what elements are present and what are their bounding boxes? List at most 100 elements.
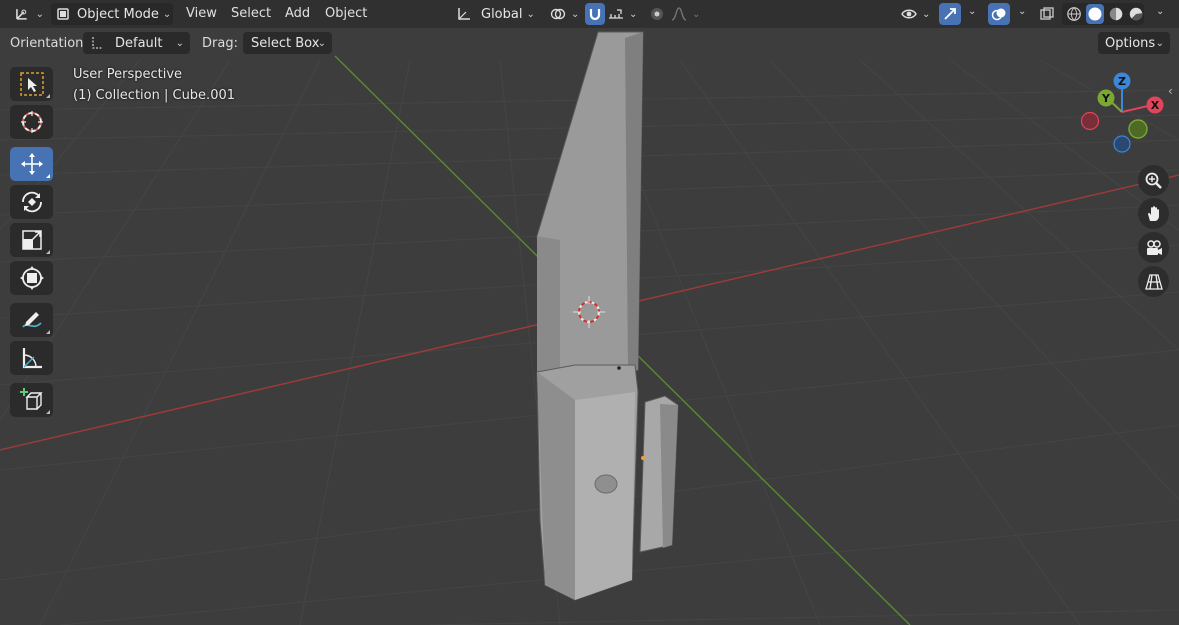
xray-toggle[interactable] [1036,3,1058,25]
gizmo-dropdown-chevron-icon[interactable]: ⌄ [968,6,976,17]
neg-x-axis-handle[interactable] [1080,111,1100,131]
mode-dropdown[interactable]: Object Mode ⌄ [51,3,173,25]
select-box-tool[interactable] [10,67,53,101]
overlays-icon [991,8,1006,21]
orientation-default-icon [92,37,103,49]
cursor-icon [20,111,43,133]
menu-select[interactable]: Select [231,0,271,28]
vertex-dot [617,366,621,370]
falloff-curve-icon [671,7,687,21]
menu-view[interactable]: View [186,0,217,28]
mode-label: Object Mode [77,6,159,22]
perspective-toggle-button[interactable] [1138,266,1169,297]
options-label: Options [1105,35,1156,51]
tool-variants-indicator [46,410,50,414]
wireframe-shading-icon[interactable] [1066,5,1082,23]
chevron-down-icon: ⌄ [922,8,931,20]
snap-increment-icon [609,9,623,19]
snap-target-dropdown[interactable]: ⌄ [607,3,641,25]
shading-dropdown-chevron-icon[interactable]: ⌄ [1156,6,1164,17]
cursor-tool[interactable] [10,105,53,139]
chevron-down-icon: ⌄ [175,37,184,49]
x-axis-label: X [1151,99,1160,112]
transform-tool[interactable] [10,261,53,295]
tool-variants-indicator [46,250,50,254]
annotate-pencil-icon [21,312,42,328]
object-mode-icon [57,8,69,20]
tool-settings-bar: Orientation: Default ⌄ Drag: Select Box … [0,30,1179,56]
scale-tool[interactable] [10,223,53,257]
chevron-down-icon: ⌄ [526,8,535,20]
drag-dropdown[interactable]: Select Box ⌄ [243,32,332,54]
chevron-down-icon: ⌄ [571,8,580,20]
overlays-toggle[interactable] [988,3,1010,25]
pan-button[interactable] [1138,198,1169,229]
proportional-edit-toggle[interactable] [647,3,667,25]
select-box-icon [19,72,44,96]
gizmo-arrow-icon [944,8,956,20]
blade-mesh[interactable] [536,31,644,391]
shading-mode-group [1062,3,1144,25]
move-arrows-icon [20,153,43,175]
grid-perspective-icon [1144,273,1163,290]
handle-mesh[interactable] [536,364,639,601]
y-axis-label: Y [1101,92,1111,105]
eye-icon [901,9,917,19]
collection-info-label: (1) Collection | Cube.001 [73,88,236,103]
falloff-dropdown[interactable]: ⌄ [670,3,702,25]
drag-caption: Drag: [202,36,238,51]
move-tool[interactable] [10,147,53,181]
chevron-down-icon: ⌄ [35,8,44,20]
visibility-dropdown[interactable]: ⌄ [900,3,934,25]
camera-icon [1146,239,1162,255]
solid-shading-button[interactable] [1086,4,1104,24]
pan-hand-icon [1147,205,1159,221]
orientation-value: Default [115,35,163,51]
editor-type-button[interactable]: ⌄ [14,3,44,25]
neg-z-axis-handle[interactable] [1113,135,1131,153]
chevron-down-icon: ⌄ [317,37,326,49]
tool-variants-indicator [46,94,50,98]
rotate-icon [21,191,42,213]
zoom-icon [1145,172,1162,189]
add-cube-icon [19,388,43,410]
neg-y-axis-handle[interactable] [1128,119,1148,139]
proportional-edit-icon [651,8,663,20]
camera-view-button[interactable] [1138,232,1169,263]
side-piece-mesh[interactable] [639,395,679,553]
view-name-label: User Perspective [73,67,183,82]
annotate-tool[interactable] [10,303,53,337]
chevron-down-icon: ⌄ [692,8,701,20]
pivot-point-dropdown[interactable]: ⌄ [549,3,583,25]
rotate-tool[interactable] [10,185,53,219]
viewport-header: ⌄ Object Mode ⌄ View Select Add Object G… [0,0,1179,28]
magnet-icon [589,9,601,21]
sidebar-toggle-chevron-icon[interactable]: ‹ [1168,84,1173,98]
chevron-down-icon: ⌄ [162,8,172,20]
zoom-button[interactable] [1138,165,1169,196]
snap-toggle[interactable] [585,3,605,25]
orientation-caption: Orientation: [10,36,88,51]
axes-editor-icon [16,9,27,20]
overlays-dropdown-chevron-icon[interactable]: ⌄ [1018,6,1026,17]
tool-variants-indicator [46,174,50,178]
solid-shading-icon [1088,7,1102,21]
chevron-down-icon: ⌄ [1155,37,1164,49]
rendered-shading-icon[interactable] [1128,5,1144,23]
options-dropdown[interactable]: Options ⌄ [1098,32,1170,54]
orientation-label: Global [481,6,523,22]
orientation-axes-icon [458,8,470,20]
measure-tool[interactable] [10,341,53,375]
orientation-dropdown[interactable]: Default ⌄ [83,32,190,54]
xray-icon [1040,7,1054,20]
transform-icon [19,266,44,290]
menu-object[interactable]: Object [325,0,367,28]
menu-add[interactable]: Add [285,0,310,28]
navigation-gizmo[interactable]: Z X Y [1076,68,1172,160]
pivot-icon [550,8,566,20]
transform-orientation-dropdown[interactable]: Global ⌄ [455,3,539,25]
add-cube-tool[interactable] [10,383,53,417]
material-shading-icon[interactable] [1108,5,1124,23]
z-axis-label: Z [1118,75,1126,88]
gizmo-toggle[interactable] [939,3,961,25]
